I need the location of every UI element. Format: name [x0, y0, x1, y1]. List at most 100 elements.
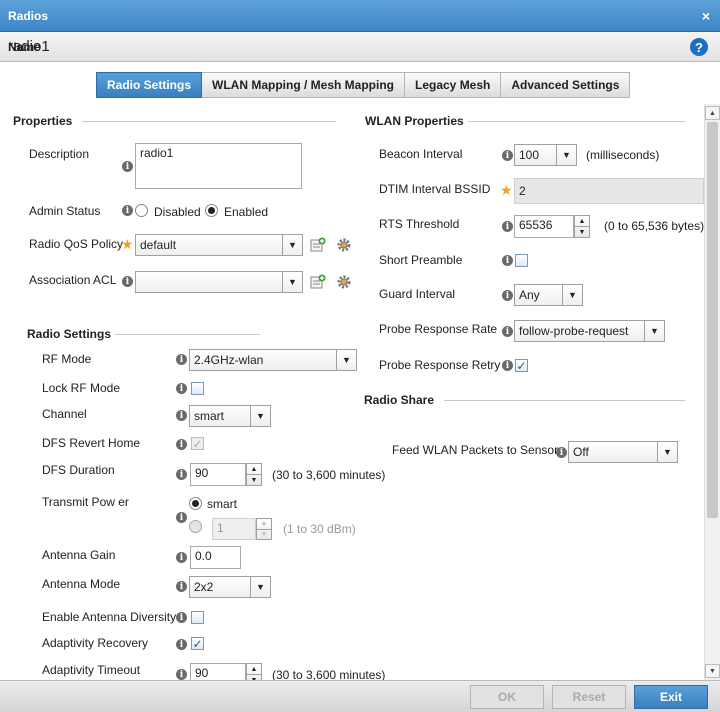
- radio-qos-policy-select[interactable]: default ▼: [135, 234, 303, 256]
- lock-rf-mode-label: Lock RF Mode: [42, 381, 121, 395]
- name-bar: Name radio1 ?: [0, 32, 720, 62]
- ok-button[interactable]: OK: [470, 685, 544, 709]
- dfs-revert-home-info-icon[interactable]: i: [176, 439, 187, 450]
- beacon-interval-hint: (milliseconds): [586, 148, 660, 162]
- adaptivity-timeout-info-icon[interactable]: i: [176, 669, 187, 680]
- admin-status-enabled-radio[interactable]: [205, 204, 218, 217]
- dfs-duration-stepper[interactable]: ▲ ▼: [246, 463, 262, 486]
- beacon-interval-value: 100: [519, 148, 540, 162]
- radio-settings-rule: [115, 334, 260, 335]
- probe-response-retry-checkbox[interactable]: ✓: [515, 359, 528, 373]
- antenna-mode-select[interactable]: 2x2 ▼: [189, 576, 271, 598]
- transmit-power-value-radio[interactable]: [189, 520, 202, 533]
- window-title: Radios: [8, 8, 49, 23]
- add-acl-icon[interactable]: [309, 273, 327, 291]
- transmit-power-smart-label: smart: [207, 497, 237, 511]
- dfs-duration-info-icon[interactable]: i: [176, 469, 187, 480]
- channel-label: Channel: [42, 407, 87, 421]
- rf-mode-label: RF Mode: [42, 352, 92, 366]
- antenna-mode-info-icon[interactable]: i: [176, 581, 187, 592]
- help-icon[interactable]: ?: [690, 38, 708, 56]
- association-acl-info-icon[interactable]: i: [122, 276, 133, 287]
- transmit-power-stepper[interactable]: ▲ ▼: [256, 518, 272, 540]
- feed-wlan-packets-info-icon[interactable]: i: [556, 447, 567, 458]
- add-policy-icon[interactable]: [309, 236, 327, 254]
- chevron-down-icon: ▼: [336, 350, 356, 370]
- transmit-power-info-icon[interactable]: i: [176, 512, 187, 523]
- tab-wlan-mapping[interactable]: WLAN Mapping / Mesh Mapping: [202, 72, 405, 98]
- wlan-properties-section-title: WLAN Properties: [365, 114, 464, 128]
- lock-rf-mode-info-icon[interactable]: i: [176, 383, 187, 394]
- window-titlebar: Radios ×: [0, 0, 720, 32]
- dtim-interval-bssid-label: DTIM Interval BSSID: [379, 182, 491, 196]
- admin-status-disabled-label: Disabled: [154, 205, 201, 219]
- short-preamble-checkbox[interactable]: [515, 254, 528, 267]
- guard-interval-select[interactable]: Any ▼: [514, 284, 583, 306]
- properties-rule: [82, 121, 336, 122]
- tab-advanced-settings[interactable]: Advanced Settings: [501, 72, 631, 98]
- feed-wlan-packets-select[interactable]: Off ▼: [568, 441, 678, 463]
- rts-threshold-input[interactable]: 65536: [514, 215, 574, 238]
- association-acl-select[interactable]: ▼: [135, 271, 303, 293]
- antenna-mode-label: Antenna Mode: [42, 577, 121, 591]
- adaptivity-timeout-input[interactable]: 90: [190, 663, 246, 680]
- channel-info-icon[interactable]: i: [176, 410, 187, 421]
- description-input[interactable]: radio1: [135, 143, 302, 189]
- admin-status-disabled-radio[interactable]: [135, 204, 148, 217]
- enable-antenna-diversity-checkbox[interactable]: [191, 611, 204, 624]
- scrollbar-thumb[interactable]: [707, 122, 718, 518]
- rts-threshold-stepper[interactable]: ▲ ▼: [574, 215, 590, 238]
- beacon-interval-info-icon[interactable]: i: [502, 150, 513, 161]
- guard-interval-info-icon[interactable]: i: [502, 290, 513, 301]
- dfs-duration-input[interactable]: 90: [190, 463, 246, 486]
- adaptivity-timeout-stepper[interactable]: ▲ ▼: [246, 663, 262, 680]
- gear-icon[interactable]: [335, 236, 353, 254]
- reset-button[interactable]: Reset: [552, 685, 626, 709]
- adaptivity-recovery-info-icon[interactable]: i: [176, 639, 187, 650]
- rf-mode-select[interactable]: 2.4GHz-wlan ▼: [189, 349, 357, 371]
- vertical-scrollbar[interactable]: ▲ ▼: [704, 104, 720, 680]
- short-preamble-info-icon[interactable]: i: [502, 255, 513, 266]
- dfs-duration-hint: (30 to 3,600 minutes): [272, 468, 386, 482]
- probe-response-rate-select[interactable]: follow-probe-request ▼: [514, 320, 665, 342]
- chevron-down-icon: ▼: [250, 406, 270, 426]
- adaptivity-recovery-checkbox[interactable]: ✓: [191, 637, 204, 651]
- dtim-interval-bssid-input[interactable]: 2: [514, 178, 704, 204]
- chevron-down-icon: ▼: [644, 321, 664, 341]
- enable-antenna-diversity-info-icon[interactable]: i: [176, 612, 187, 623]
- tab-legacy-mesh[interactable]: Legacy Mesh: [405, 72, 502, 98]
- chevron-down-icon: ▼: [562, 285, 582, 305]
- transmit-power-hint: (1 to 30 dBm): [283, 522, 356, 536]
- beacon-interval-label: Beacon Interval: [379, 147, 463, 161]
- beacon-interval-select[interactable]: 100 ▼: [514, 144, 577, 166]
- required-star-icon: ★: [500, 182, 513, 198]
- wlan-properties-rule: [468, 121, 685, 122]
- admin-status-label: Admin Status: [29, 204, 101, 218]
- transmit-power-input[interactable]: 1: [212, 518, 256, 540]
- rts-threshold-info-icon[interactable]: i: [502, 221, 513, 232]
- dfs-duration-label: DFS Duration: [42, 463, 115, 477]
- rf-mode-info-icon[interactable]: i: [176, 354, 187, 365]
- scroll-up-icon[interactable]: ▲: [705, 106, 720, 120]
- dfs-revert-home-checkbox[interactable]: ✓: [191, 437, 204, 451]
- antenna-gain-input[interactable]: 0.0: [190, 546, 241, 569]
- radio-qos-policy-value: default: [140, 238, 177, 252]
- tab-radio-settings[interactable]: Radio Settings: [96, 72, 203, 98]
- admin-status-info-icon[interactable]: i: [122, 205, 133, 216]
- channel-select[interactable]: smart ▼: [189, 405, 271, 427]
- feed-wlan-packets-value: Off: [573, 445, 589, 459]
- exit-button[interactable]: Exit: [634, 685, 708, 709]
- close-icon[interactable]: ×: [702, 8, 710, 24]
- probe-response-rate-value: follow-probe-request: [519, 324, 629, 338]
- transmit-power-smart-radio[interactable]: [189, 497, 202, 510]
- probe-response-rate-info-icon[interactable]: i: [502, 326, 513, 337]
- scroll-down-icon[interactable]: ▼: [705, 664, 720, 678]
- description-info-icon[interactable]: i: [122, 161, 133, 172]
- probe-response-retry-info-icon[interactable]: i: [502, 360, 513, 371]
- association-acl-label: Association ACL: [29, 273, 117, 287]
- guard-interval-value: Any: [519, 288, 540, 302]
- gear-icon[interactable]: [335, 273, 353, 291]
- lock-rf-mode-checkbox[interactable]: [191, 382, 204, 395]
- description-label: Description: [29, 147, 90, 161]
- antenna-gain-info-icon[interactable]: i: [176, 552, 187, 563]
